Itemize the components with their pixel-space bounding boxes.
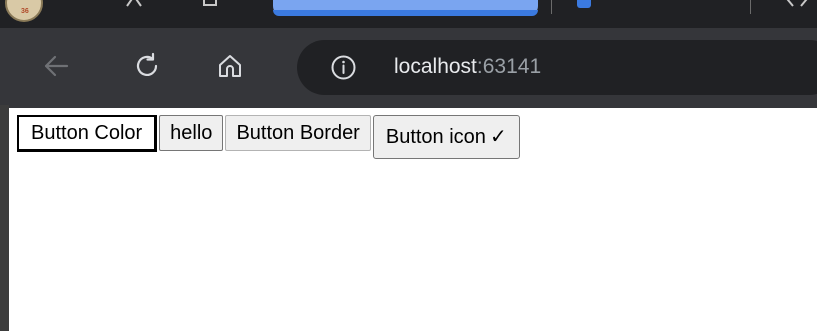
- home-button[interactable]: [214, 50, 246, 82]
- tab-action-icon[interactable]: [125, 0, 143, 15]
- tab-separator: [551, 0, 552, 14]
- home-icon: [219, 55, 241, 77]
- button-border[interactable]: Button Border: [225, 115, 371, 151]
- address-bar[interactable]: localhost:63141: [297, 40, 817, 95]
- buttons-row: Button Color hello Button Border Button …: [17, 115, 522, 159]
- reload-button[interactable]: [131, 50, 163, 82]
- active-tab[interactable]: [273, 0, 538, 16]
- browser-toolbar: localhost:63141: [0, 28, 817, 105]
- url-text[interactable]: localhost:63141: [394, 53, 541, 81]
- tab-box-icon[interactable]: [203, 0, 217, 6]
- tab-strip: 36: [0, 0, 817, 28]
- avatar-mark: 36: [21, 8, 29, 15]
- tab-separator: [750, 0, 751, 14]
- viewport-top-edge: [0, 105, 817, 108]
- button-color[interactable]: Button Color: [17, 115, 158, 152]
- viewport-left-edge: [0, 105, 9, 331]
- url-host: localhost: [394, 55, 477, 78]
- tab-chevron-icon[interactable]: [785, 0, 809, 13]
- back-button[interactable]: [40, 50, 72, 82]
- tab-favicon-icon: [577, 0, 591, 8]
- profile-avatar[interactable]: 36: [5, 0, 43, 22]
- page-viewport: Button Color hello Button Border Button …: [0, 105, 817, 331]
- button-icon-label: Button icon: [385, 126, 486, 148]
- info-icon[interactable]: [330, 54, 357, 81]
- button-icon[interactable]: Button icon ✓: [372, 115, 520, 159]
- arrow-left-icon: [44, 55, 69, 77]
- hello-button[interactable]: hello: [159, 115, 224, 151]
- check-icon: ✓: [489, 126, 507, 148]
- url-port: :63141: [476, 55, 542, 78]
- reload-icon: [136, 52, 158, 77]
